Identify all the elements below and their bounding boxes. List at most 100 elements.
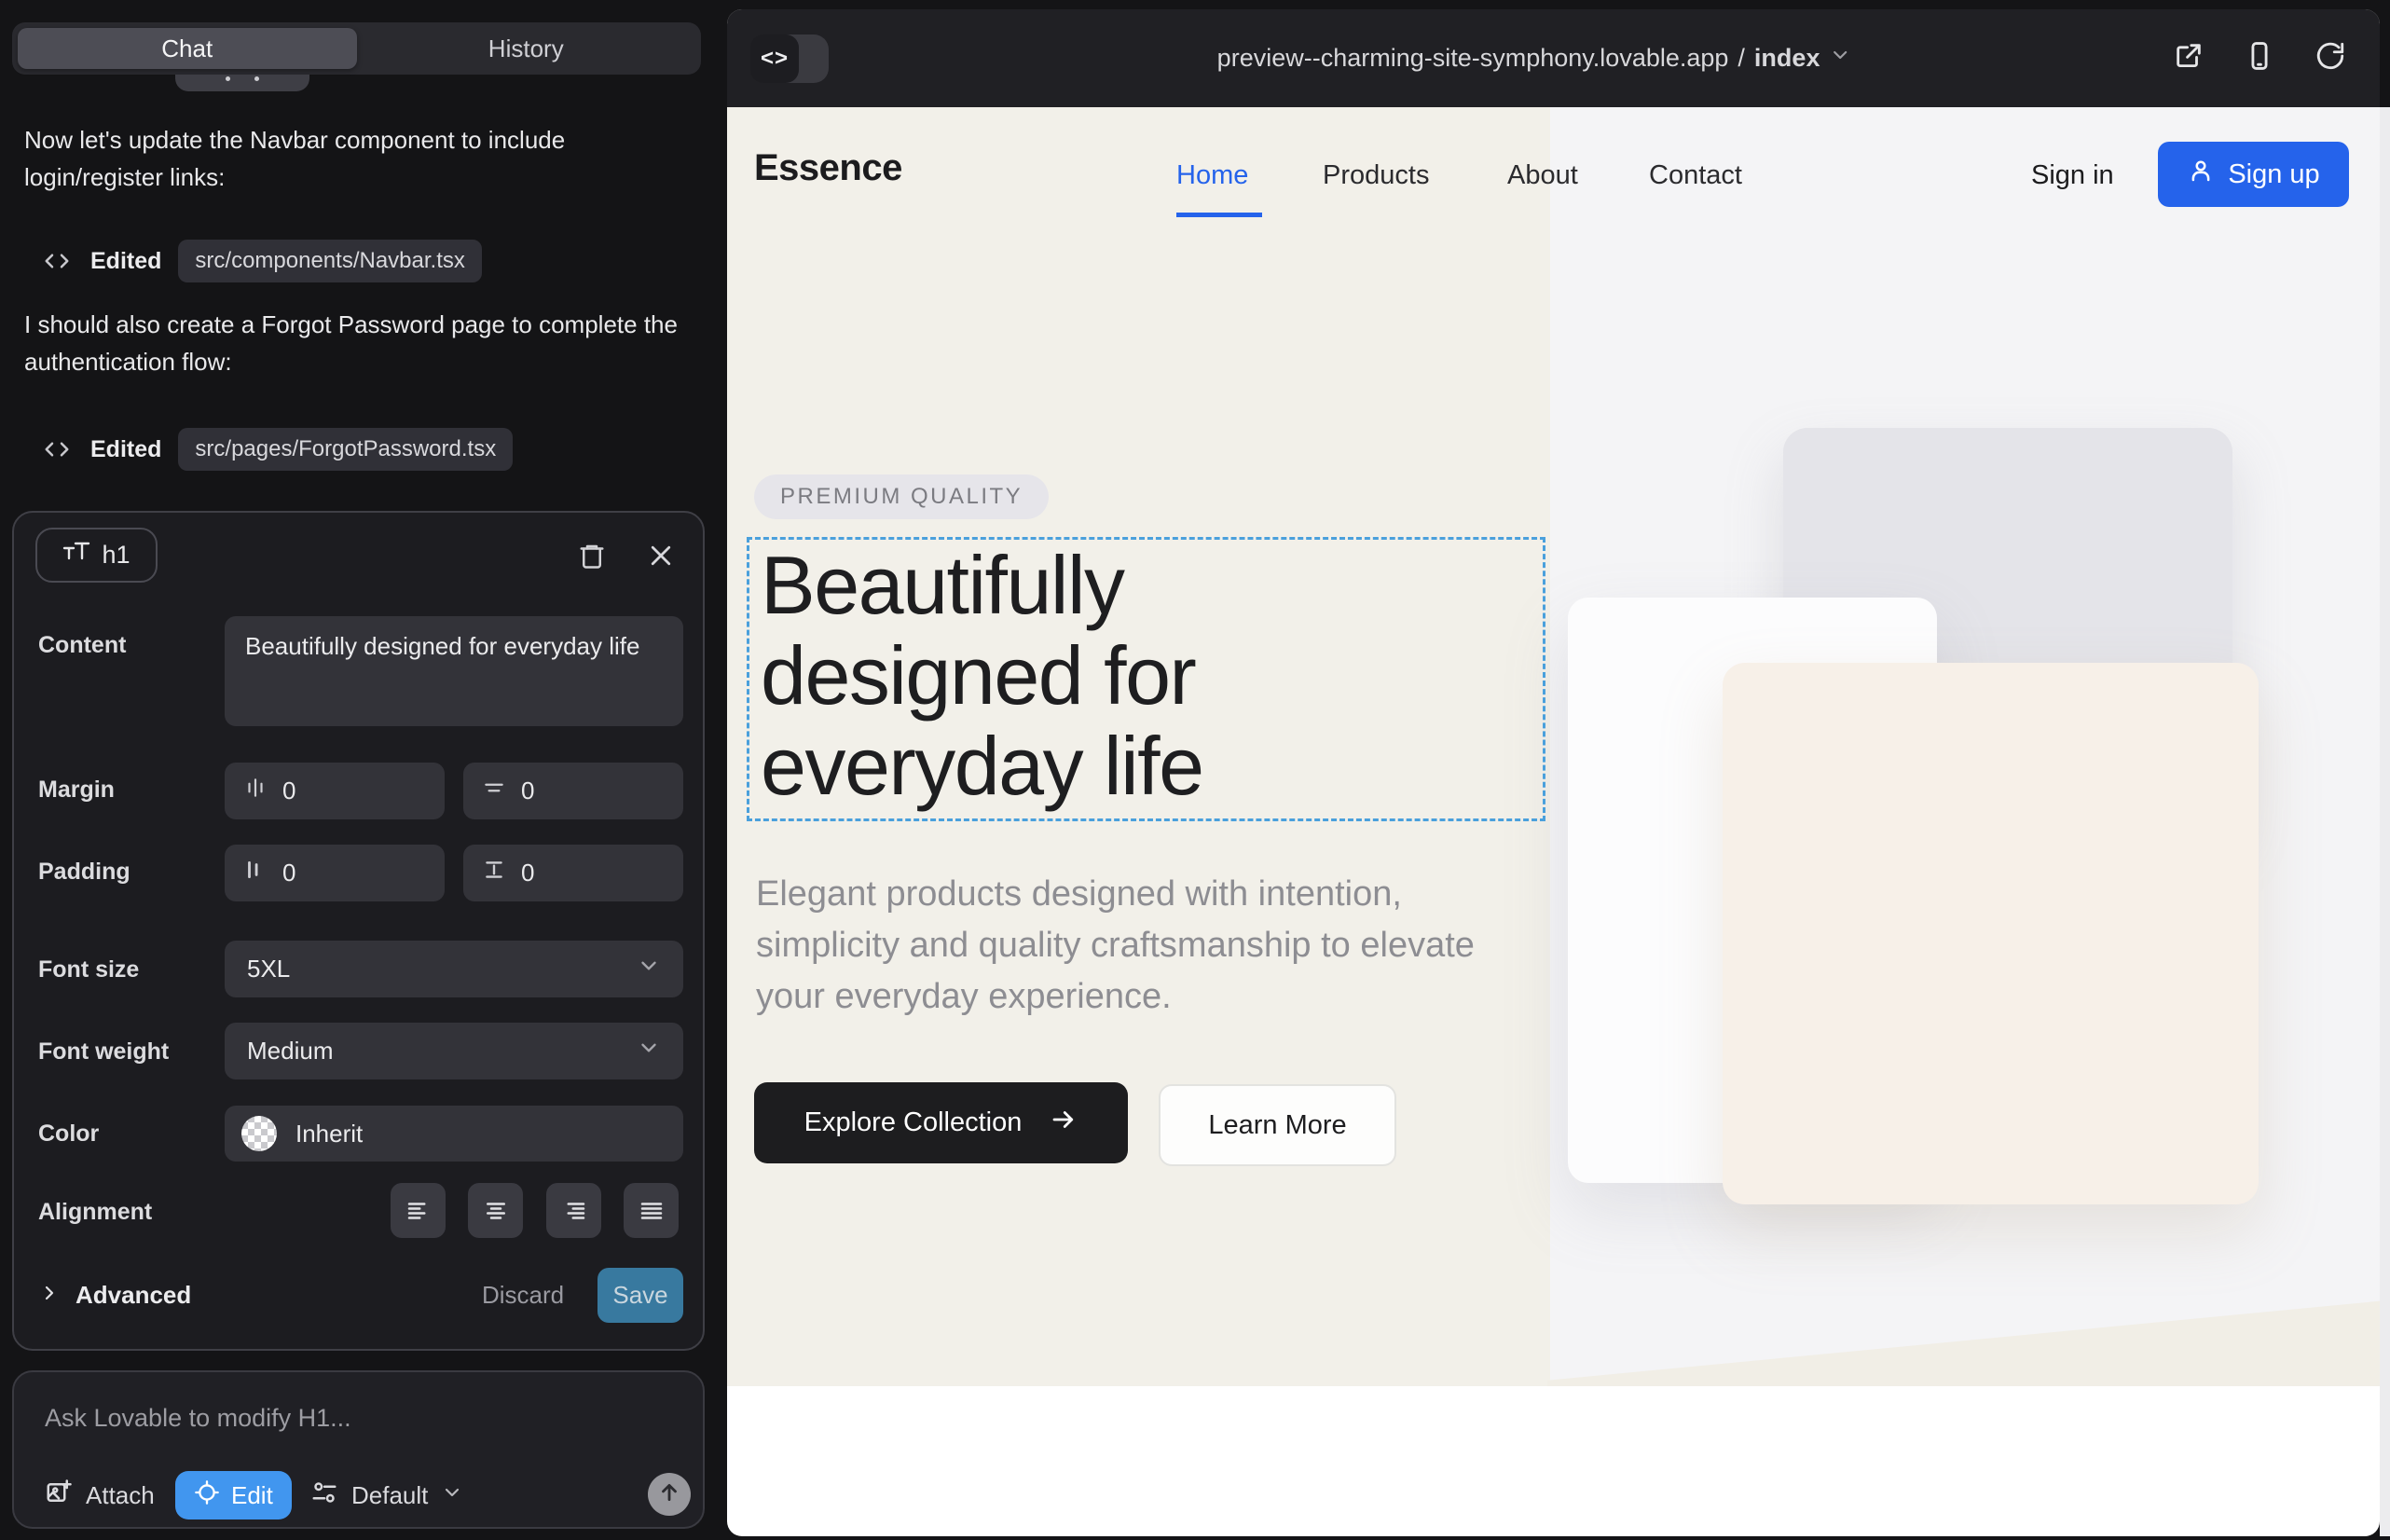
arrow-up-icon (657, 1480, 681, 1509)
font-size-select[interactable]: 5XL (225, 941, 683, 997)
target-icon (194, 1479, 220, 1512)
attach-label: Attach (86, 1481, 155, 1510)
margin-y-value: 0 (521, 777, 534, 805)
explore-collection-button[interactable]: Explore Collection (754, 1082, 1128, 1163)
code-icon (40, 244, 74, 278)
content-label: Content (38, 632, 126, 659)
chevron-down-icon (637, 954, 661, 984)
padding-x-input[interactable]: 0 (225, 845, 445, 901)
element-editor-panel: h1 Content Beautifully designed for ever… (12, 511, 705, 1351)
edited-label: Edited (90, 248, 161, 275)
chevron-down-icon[interactable] (1829, 44, 1851, 73)
attach-button[interactable]: Attach (45, 1471, 155, 1519)
app-window: Chat History Now let's update the Navbar… (0, 0, 2390, 1540)
content-input[interactable]: Beautifully designed for everyday life (225, 616, 683, 726)
discard-button[interactable]: Discard (482, 1268, 564, 1323)
url-page: index (1754, 44, 1820, 73)
edited-file-row[interactable]: Edited src/pages/ForgotPassword.tsx (40, 429, 513, 470)
align-justify-button[interactable] (624, 1183, 679, 1238)
color-select[interactable]: Inherit (225, 1106, 683, 1162)
font-size-label: Font size (38, 956, 139, 983)
url-bar[interactable]: preview--charming-site-symphony.lovable.… (1217, 9, 1852, 107)
hero-paragraph: Elegant products designed with intention… (756, 869, 1502, 1023)
edited-file-row[interactable]: Edited src/components/Navbar.tsx (40, 241, 482, 282)
user-icon (2187, 157, 2215, 192)
url-text: preview--charming-site-symphony.lovable.… (1217, 44, 1729, 73)
site-hero-section: Essence Home Products About Contact Sign… (727, 107, 2380, 1386)
assistant-message: Now let's update the Navbar component to… (24, 121, 692, 197)
align-left-button[interactable] (391, 1183, 446, 1238)
mobile-view-icon[interactable] (2244, 40, 2275, 76)
tab-chat[interactable]: Chat (18, 28, 357, 69)
margin-x-value: 0 (282, 777, 295, 805)
edited-label: Edited (90, 436, 161, 463)
browser-chrome-bar: <> preview--charming-site-symphony.lovab… (727, 9, 2380, 107)
image-plus-icon (45, 1478, 73, 1513)
tag-label: h1 (102, 541, 130, 570)
edit-label: Edit (231, 1481, 273, 1510)
explore-collection-label: Explore Collection (804, 1107, 1023, 1138)
learn-more-button[interactable]: Learn More (1159, 1084, 1396, 1166)
code-preview-toggle[interactable]: <> (750, 34, 829, 83)
color-swatch (241, 1116, 277, 1151)
nav-link-about[interactable]: About (1507, 160, 1578, 191)
sign-in-link[interactable]: Sign in (2031, 160, 2114, 191)
url-separator: / (1738, 44, 1745, 73)
color-value: Inherit (295, 1120, 363, 1148)
hero-heading[interactable]: Beautifully designed for everyday life (761, 541, 1357, 811)
margin-horizontal-icon (243, 776, 268, 806)
nav-link-products[interactable]: Products (1323, 160, 1429, 191)
padding-y-input[interactable]: 0 (463, 845, 683, 901)
align-right-button[interactable] (546, 1183, 601, 1238)
font-size-value: 5XL (247, 955, 290, 983)
model-default-dropdown[interactable]: Default (310, 1471, 463, 1519)
send-button[interactable] (648, 1473, 691, 1516)
premium-quality-badge: PREMIUM QUALITY (754, 474, 1049, 519)
nav-link-contact[interactable]: Contact (1649, 160, 1742, 191)
advanced-toggle[interactable]: Advanced (38, 1268, 191, 1323)
selected-element-tag[interactable]: h1 (35, 528, 158, 583)
chevron-down-icon (637, 1036, 661, 1066)
decorative-card-cream (1723, 663, 2259, 1204)
code-icon (40, 433, 74, 466)
assistant-message: I should also create a Forgot Password p… (24, 306, 692, 381)
refresh-icon[interactable] (2314, 40, 2346, 76)
margin-x-input[interactable]: 0 (225, 763, 445, 819)
clipped-scrolled-chip (175, 75, 309, 91)
chevron-down-icon (441, 1481, 463, 1510)
padding-horizontal-icon (243, 858, 268, 888)
margin-y-input[interactable]: 0 (463, 763, 683, 819)
margin-vertical-icon (482, 776, 506, 806)
padding-label: Padding (38, 859, 130, 886)
type-icon (62, 540, 90, 571)
font-weight-value: Medium (247, 1037, 333, 1066)
tab-history[interactable]: History (357, 28, 696, 69)
prompt-input-box[interactable]: Ask Lovable to modify H1... Attach Edit … (12, 1370, 705, 1529)
arrow-right-icon (1050, 1106, 1078, 1141)
chevron-right-icon (38, 1282, 61, 1309)
open-external-icon[interactable] (2173, 40, 2205, 76)
edit-mode-button[interactable]: Edit (175, 1471, 292, 1519)
advanced-label: Advanced (76, 1281, 191, 1310)
default-label: Default (351, 1481, 428, 1510)
site-logo[interactable]: Essence (754, 147, 902, 189)
prompt-placeholder[interactable]: Ask Lovable to modify H1... (45, 1404, 351, 1433)
font-weight-select[interactable]: Medium (225, 1023, 683, 1079)
code-icon[interactable]: <> (750, 34, 799, 83)
chat-history-tabs: Chat History (12, 22, 701, 75)
nav-link-home[interactable]: Home (1176, 160, 1248, 191)
align-center-button[interactable] (468, 1183, 523, 1238)
padding-y-value: 0 (521, 859, 534, 887)
file-path-chip[interactable]: src/pages/ForgotPassword.tsx (178, 428, 513, 471)
padding-vertical-icon (482, 858, 506, 888)
sign-up-button[interactable]: Sign up (2158, 142, 2349, 207)
padding-x-value: 0 (282, 859, 295, 887)
file-path-chip[interactable]: src/components/Navbar.tsx (178, 240, 481, 282)
close-icon[interactable] (640, 535, 681, 576)
save-button[interactable]: Save (598, 1268, 683, 1323)
page-edge-scroll-strip[interactable] (2380, 107, 2390, 1536)
delete-element-button[interactable] (571, 535, 612, 576)
margin-label: Margin (38, 777, 115, 804)
color-label: Color (38, 1121, 99, 1148)
active-nav-underline (1176, 213, 1262, 217)
